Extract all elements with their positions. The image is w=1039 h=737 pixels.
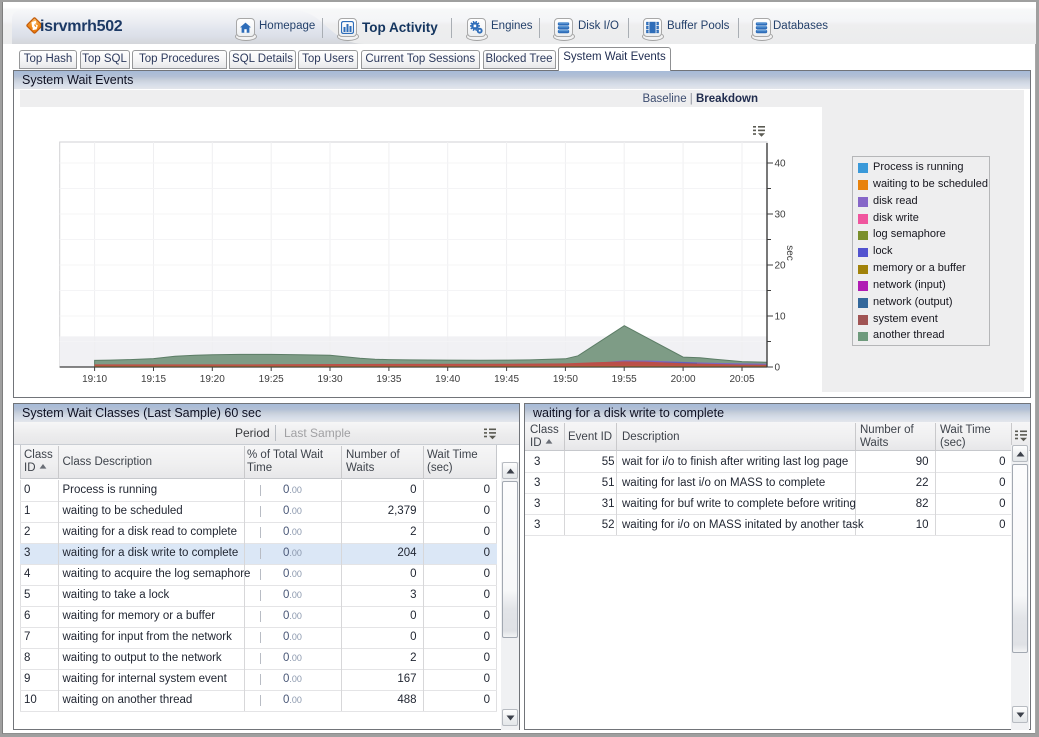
svg-text:40: 40 (775, 159, 787, 170)
svg-text:10: 10 (775, 312, 787, 323)
svg-text:19:55: 19:55 (612, 374, 637, 385)
svg-text:19:20: 19:20 (200, 374, 225, 385)
svg-text:30: 30 (775, 210, 787, 221)
svg-text:19:40: 19:40 (435, 374, 460, 385)
svg-text:19:25: 19:25 (259, 374, 284, 385)
svg-text:20:05: 20:05 (729, 374, 754, 385)
svg-text:19:50: 19:50 (553, 374, 578, 385)
svg-text:19:10: 19:10 (82, 374, 107, 385)
svg-text:19:35: 19:35 (376, 374, 401, 385)
svg-text:20: 20 (775, 261, 787, 272)
svg-text:19:30: 19:30 (317, 374, 342, 385)
svg-text:0: 0 (775, 363, 781, 374)
svg-text:20:00: 20:00 (671, 374, 696, 385)
svg-text:19:45: 19:45 (494, 374, 519, 385)
svg-text:19:15: 19:15 (141, 374, 166, 385)
svg-text:sec: sec (784, 245, 795, 261)
